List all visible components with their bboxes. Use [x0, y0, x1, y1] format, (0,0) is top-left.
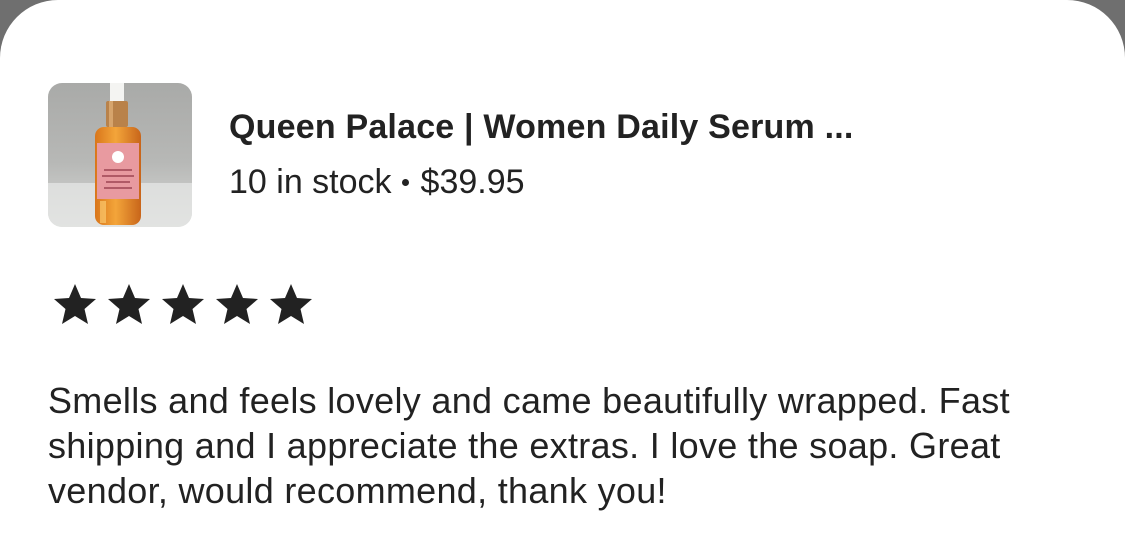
- listing-title[interactable]: Queen Palace | Women Daily Serum ...: [229, 105, 854, 149]
- star-filled-icon: [269, 283, 313, 325]
- star-filled-icon: [161, 283, 205, 325]
- listing-meta: 10 in stock $39.95: [229, 161, 854, 203]
- star-filled-icon: [53, 283, 97, 325]
- separator-dot: [401, 178, 409, 186]
- review-card: Queen Palace | Women Daily Serum ... 10 …: [0, 0, 1125, 560]
- listing-summary[interactable]: Queen Palace | Women Daily Serum ... 10 …: [48, 83, 854, 227]
- listing-price: $39.95: [420, 163, 525, 201]
- star-filled-icon: [215, 283, 259, 325]
- serum-bottle-image: [48, 83, 192, 227]
- star-filled-icon: [107, 283, 151, 325]
- stock-count: 10 in stock: [229, 163, 392, 201]
- product-thumbnail[interactable]: [48, 83, 192, 227]
- star-rating: [53, 283, 323, 325]
- review-text: Smells and feels lovely and came beautif…: [48, 380, 1010, 511]
- listing-info: Queen Palace | Women Daily Serum ... 10 …: [229, 105, 854, 203]
